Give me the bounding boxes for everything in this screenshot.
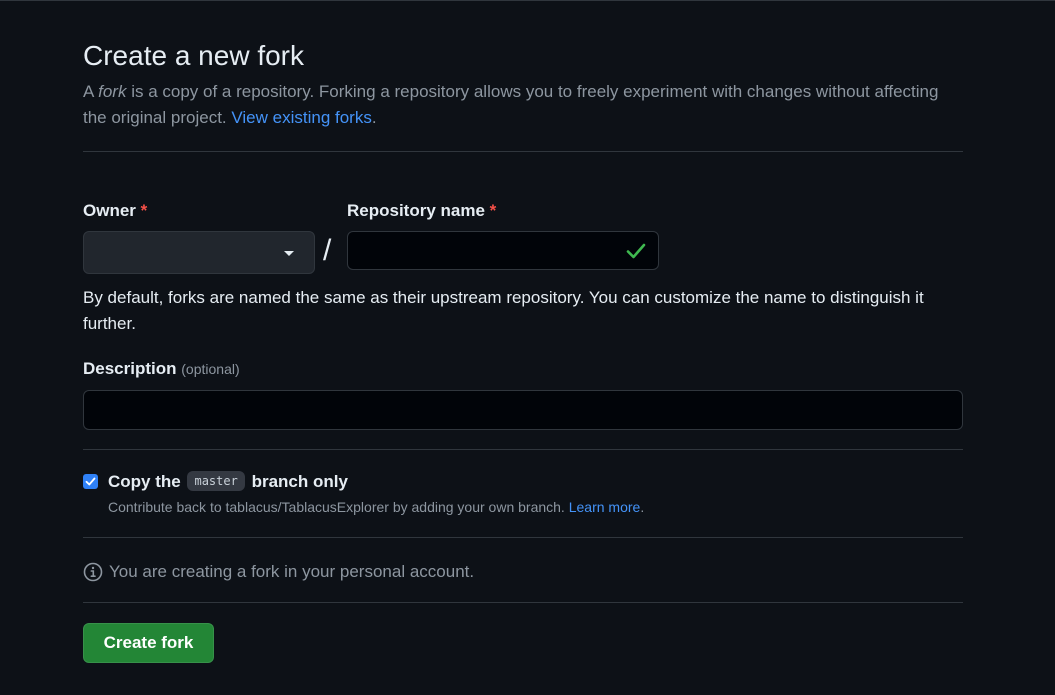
- owner-select[interactable]: [83, 231, 315, 274]
- divider: [83, 537, 963, 538]
- copy-branch-label[interactable]: Copy the master branch only: [108, 470, 348, 494]
- fork-name-hint: By default, forks are named the same as …: [83, 288, 924, 333]
- create-fork-button[interactable]: Create fork: [83, 623, 214, 663]
- personal-account-notice: You are creating a fork in your personal…: [83, 561, 474, 583]
- repository-name-input[interactable]: [347, 231, 659, 270]
- info-icon: [83, 562, 103, 582]
- checkmark-icon: [85, 477, 96, 486]
- description-label: Description (optional): [83, 359, 240, 378]
- caret-down-icon: [284, 251, 294, 256]
- repository-name-label: Repository name *: [347, 201, 497, 220]
- copy-branch-note: Contribute back to tablacus/TablacusExpl…: [108, 499, 645, 515]
- divider: [83, 602, 963, 603]
- required-mark: *: [489, 201, 497, 220]
- divider: [83, 151, 963, 152]
- description-input[interactable]: [83, 390, 963, 430]
- page-title: Create a new fork: [83, 40, 304, 71]
- fork-page: Create a new fork A fork is a copy of a …: [0, 0, 1055, 695]
- branch-name-code: master: [187, 471, 245, 491]
- divider: [83, 449, 963, 450]
- learn-more-link[interactable]: Learn more: [569, 499, 641, 515]
- check-icon: [626, 243, 646, 259]
- owner-label: Owner *: [83, 201, 148, 220]
- view-existing-forks-link[interactable]: View existing forks: [231, 108, 371, 127]
- personal-account-text: You are creating a fork in your personal…: [109, 562, 475, 581]
- intro-text: A fork is a copy of a repository. Forkin…: [83, 82, 939, 127]
- fork-emphasis: fork: [98, 82, 127, 101]
- required-mark: *: [140, 201, 148, 220]
- fork-form: Create a new fork A fork is a copy of a …: [83, 39, 963, 663]
- optional-note: (optional): [181, 361, 240, 377]
- copy-branch-checkbox[interactable]: [83, 474, 98, 489]
- owner-repo-separator: /: [323, 234, 332, 267]
